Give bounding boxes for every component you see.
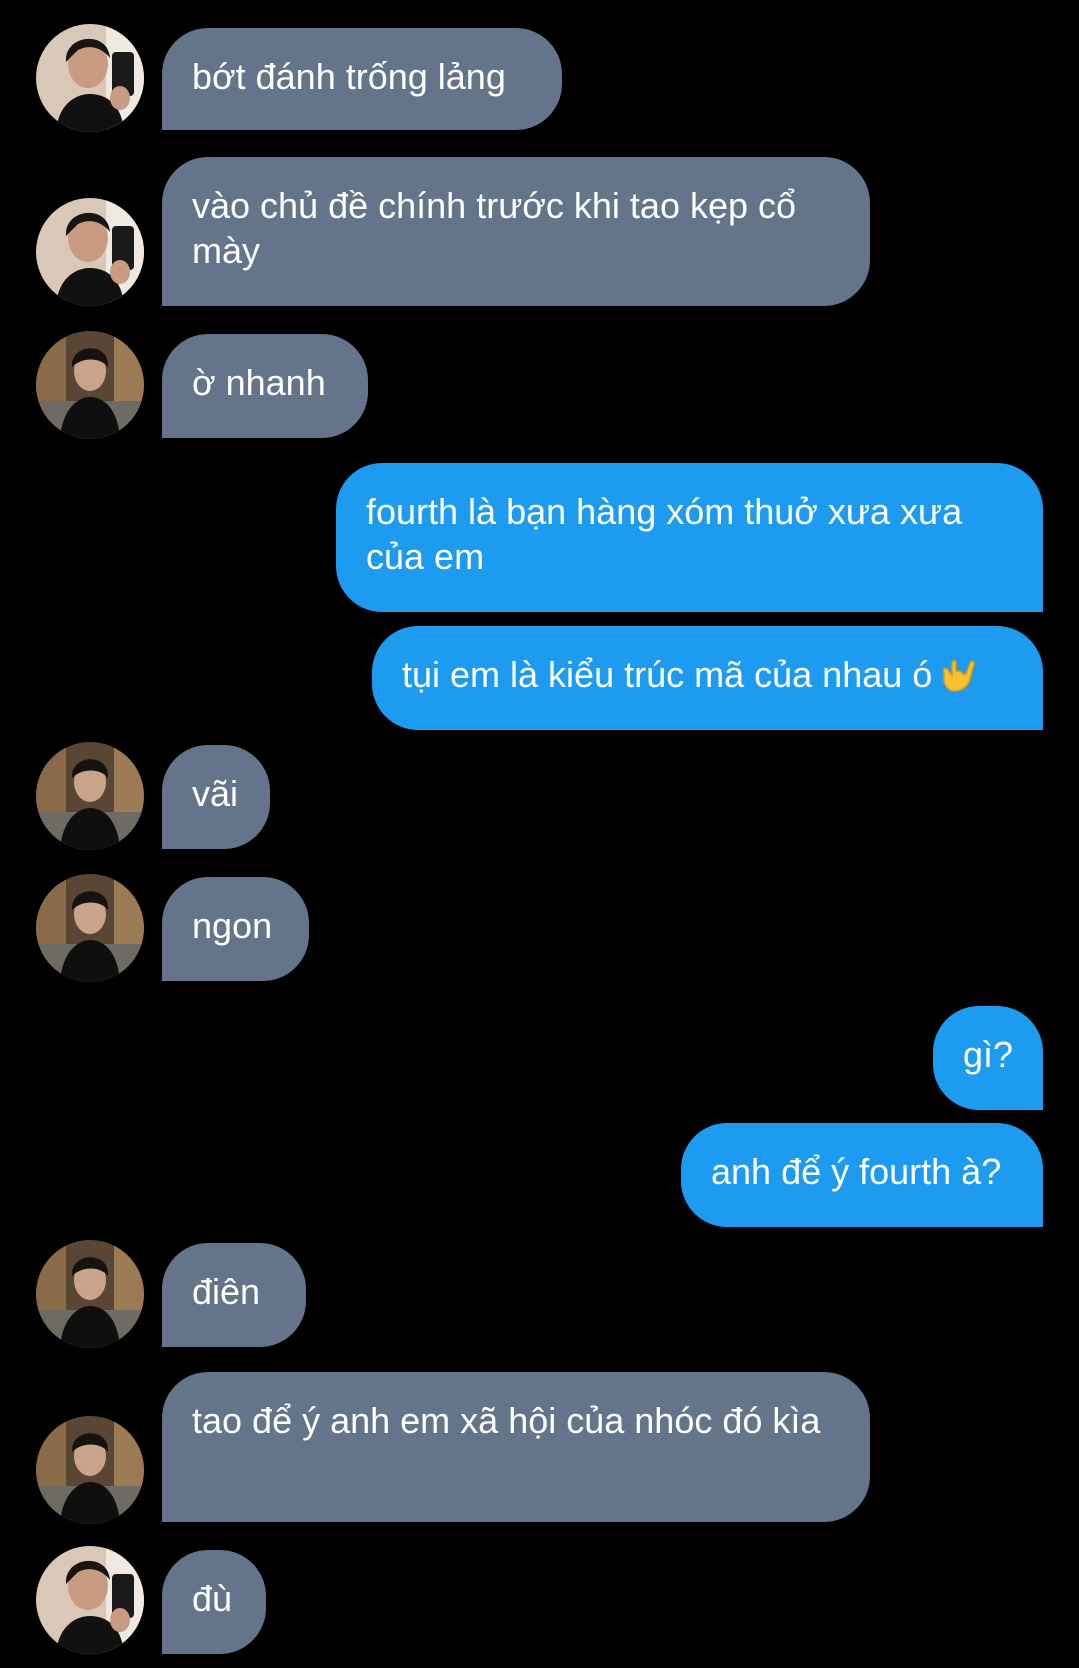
message-bubble-incoming[interactable]: vãi <box>162 745 270 849</box>
message-text: tụi em là kiểu trúc mã của nhau ó <box>402 654 933 695</box>
avatar[interactable] <box>36 331 144 439</box>
avatar[interactable] <box>36 742 144 850</box>
message-bubble-incoming[interactable]: đù <box>162 1550 266 1654</box>
message-bubble-incoming[interactable]: tao để ý anh em xã hội của nhóc đó kìa <box>162 1372 870 1522</box>
avatar[interactable] <box>36 874 144 982</box>
message-text: anh để ý fourth à? <box>711 1151 1002 1192</box>
message-text: bớt đánh trống lảng <box>192 56 506 97</box>
message-bubble-incoming[interactable]: vào chủ đề chính trước khi tao kẹp cổ mà… <box>162 157 870 306</box>
message-bubble-outgoing[interactable]: gì? <box>933 1006 1043 1110</box>
message-text: vãi <box>192 773 239 814</box>
message-text: vào chủ đề chính trước khi tao kẹp cổ mà… <box>192 185 797 271</box>
message-bubble-incoming[interactable]: bớt đánh trống lảng <box>162 28 562 130</box>
message-bubble-outgoing[interactable]: tụi em là kiểu trúc mã của nhau ó <box>372 626 1043 730</box>
message-text: điên <box>192 1271 261 1312</box>
call-me-hand-icon <box>936 653 978 695</box>
message-text: tao để ý anh em xã hội của nhóc đó kìa <box>192 1400 821 1441</box>
message-text: đù <box>192 1578 233 1619</box>
chat-thread: bớt đánh trống lảng vào chủ đề chính trư… <box>0 0 1079 1668</box>
message-text: gì? <box>963 1034 1014 1075</box>
message-bubble-incoming[interactable]: ngon <box>162 877 309 981</box>
avatar[interactable] <box>36 1240 144 1348</box>
avatar[interactable] <box>36 24 144 132</box>
message-text: fourth là bạn hàng xóm thuở xưa xưa của … <box>366 491 963 577</box>
message-bubble-incoming[interactable]: điên <box>162 1243 306 1347</box>
message-bubble-outgoing[interactable]: anh để ý fourth à? <box>681 1123 1043 1227</box>
message-text: ờ nhanh <box>192 362 326 403</box>
message-bubble-outgoing[interactable]: fourth là bạn hàng xóm thuở xưa xưa của … <box>336 463 1043 612</box>
message-text: ngon <box>192 905 273 946</box>
avatar[interactable] <box>36 1416 144 1524</box>
message-bubble-incoming[interactable]: ờ nhanh <box>162 334 368 438</box>
avatar[interactable] <box>36 1546 144 1654</box>
avatar[interactable] <box>36 198 144 306</box>
